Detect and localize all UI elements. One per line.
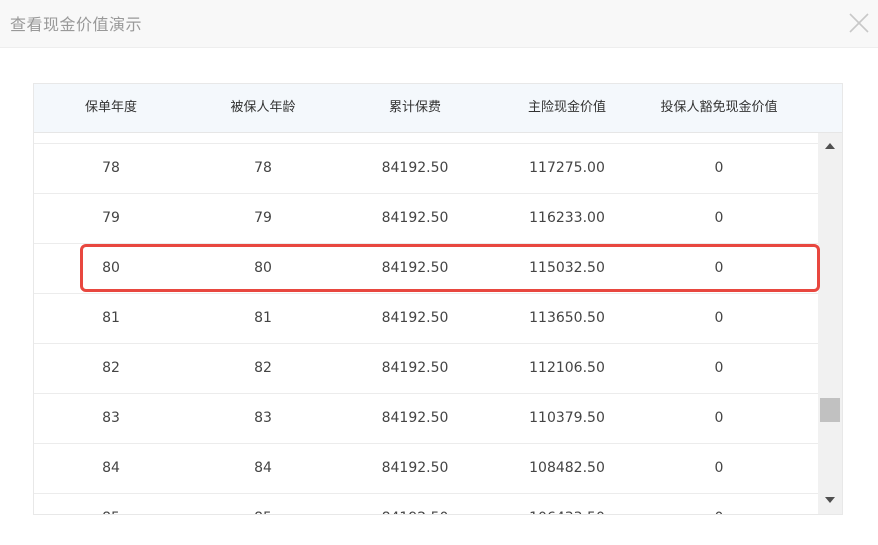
table-row[interactable]: 77 77 84192.50 118277.00 0 (34, 133, 818, 144)
cell-waiver-cash-value: 0 (714, 210, 724, 226)
table-row[interactable]: 80 80 84192.50 115032.50 0 (34, 244, 818, 294)
cell-policy-year: 78 (102, 160, 120, 176)
cell-insured-age: 85 (254, 494, 272, 514)
table-row[interactable]: 79 79 84192.50 116233.00 0 (34, 194, 818, 244)
cell-insured-age: 82 (254, 360, 272, 376)
cell-waiver-cash-value: 0 (714, 410, 724, 426)
table-rows: 77 77 84192.50 118277.00 0 78 78 84192.50 117275… (34, 133, 818, 514)
cell-policy-year: 85 (102, 494, 120, 514)
cell-main-cash-value: 110379.50 (529, 410, 605, 426)
cell-insured-age: 79 (254, 210, 272, 226)
cell-policy-year: 81 (102, 310, 120, 326)
cell-policy-year: 80 (102, 260, 120, 276)
cell-main-cash-value: 113650.50 (529, 310, 605, 326)
cell-insured-age: 78 (254, 160, 272, 176)
triangle-up-icon[interactable] (824, 141, 836, 151)
cell-total-premium: 84192.50 (382, 494, 449, 514)
cell-insured-age: 81 (254, 310, 272, 326)
cell-waiver-cash-value: 0 (715, 133, 724, 143)
cell-insured-age: 80 (254, 260, 272, 276)
cell-insured-age: 77 (254, 133, 272, 143)
cell-total-premium: 84192.50 (381, 210, 449, 226)
cell-waiver-cash-value: 0 (714, 460, 724, 476)
cell-main-cash-value: 118277.00 (529, 133, 605, 143)
cell-policy-year: 84 (102, 460, 120, 476)
cell-waiver-cash-value: 0 (715, 494, 724, 514)
cell-total-premium: 84192.50 (381, 260, 449, 276)
header-waiver-cash-value: 投保人豁免现金价值 (660, 100, 778, 115)
cell-policy-year: 77 (102, 133, 120, 143)
table-row[interactable]: 84 84 84192.50 108482.50 0 (34, 444, 818, 494)
cell-total-premium: 84192.50 (381, 310, 449, 326)
dialog-titlebar: 查看现金价值演示 (0, 0, 878, 48)
cell-waiver-cash-value: 0 (714, 260, 724, 276)
dialog-title: 查看现金价值演示 (10, 15, 143, 34)
table-row[interactable]: 81 81 84192.50 113650.50 0 (34, 294, 818, 344)
cash-value-dialog: 查看现金价值演示 保单年度 被保人年龄 累计保费 主险现金价值 投保人豁免现金价… (0, 0, 878, 545)
cell-main-cash-value: 116233.00 (529, 210, 605, 226)
cell-total-premium: 84192.50 (381, 410, 449, 426)
cell-waiver-cash-value: 0 (714, 160, 724, 176)
cell-main-cash-value: 108482.50 (529, 460, 605, 476)
table-row[interactable]: 83 83 84192.50 110379.50 0 (34, 394, 818, 444)
cell-main-cash-value: 112106.50 (529, 360, 605, 376)
cell-insured-age: 83 (254, 410, 272, 426)
cell-total-premium: 84192.50 (381, 160, 449, 176)
table-header: 保单年度 被保人年龄 累计保费 主险现金价值 投保人豁免现金价值 (34, 84, 842, 133)
table-body[interactable]: 77 77 84192.50 118277.00 0 78 78 84192.50 117275… (34, 133, 818, 514)
cell-main-cash-value: 117275.00 (529, 160, 605, 176)
table-row[interactable]: 78 78 84192.50 117275.00 0 (34, 144, 818, 194)
cell-policy-year: 79 (102, 210, 120, 226)
scrollbar-thumb[interactable] (820, 398, 840, 422)
triangle-down-icon[interactable] (824, 495, 836, 505)
header-insured-age: 被保人年龄 (230, 100, 296, 115)
cell-waiver-cash-value: 0 (714, 360, 724, 376)
cell-policy-year: 82 (102, 360, 120, 376)
cash-value-table: 保单年度 被保人年龄 累计保费 主险现金价值 投保人豁免现金价值 7777841… (33, 83, 843, 515)
close-icon[interactable] (846, 10, 872, 36)
cell-policy-year: 83 (102, 410, 120, 426)
cell-total-premium: 84192.50 (381, 460, 449, 476)
header-total-premium: 累计保费 (388, 100, 442, 115)
cell-main-cash-value: 106433.50 (529, 494, 605, 514)
cell-total-premium: 84192.50 (382, 133, 449, 143)
table-row[interactable]: 85 85 84192.50 106433.50 0 (34, 494, 818, 514)
cell-main-cash-value: 115032.50 (529, 260, 605, 276)
cell-waiver-cash-value: 0 (714, 310, 724, 326)
cell-insured-age: 84 (254, 460, 272, 476)
cell-total-premium: 84192.50 (381, 360, 449, 376)
table-row[interactable]: 82 82 84192.50 112106.50 0 (34, 344, 818, 394)
header-main-cash-value: 主险现金价值 (527, 100, 607, 115)
vertical-scrollbar[interactable] (818, 133, 842, 514)
header-policy-year: 保单年度 (84, 100, 138, 115)
